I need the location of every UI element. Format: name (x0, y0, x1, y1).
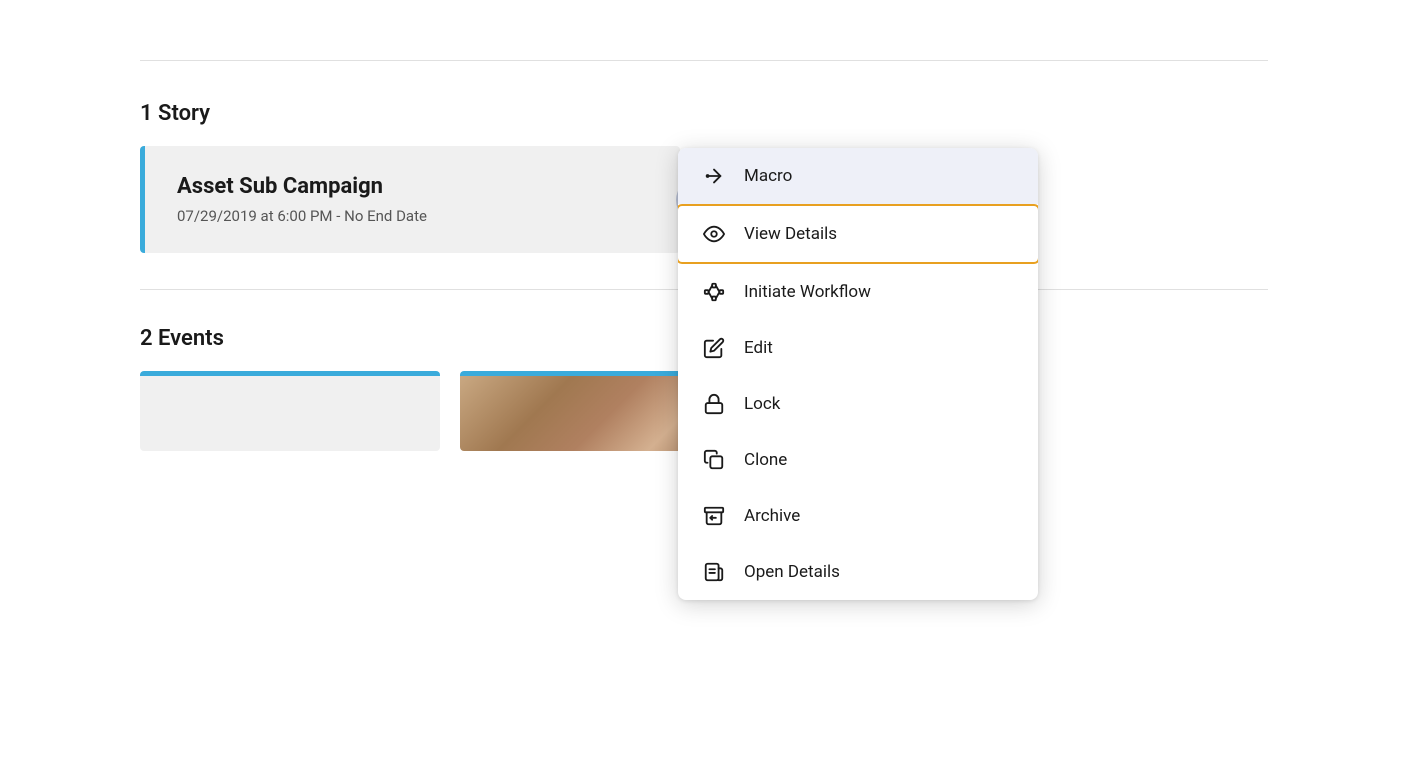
menu-item-macro[interactable]: Macro (678, 148, 1038, 204)
eye-icon (702, 222, 726, 246)
workflow-icon (702, 280, 726, 304)
open-details-icon (702, 560, 726, 584)
archive-icon (702, 504, 726, 528)
menu-item-lock-label: Lock (744, 394, 780, 414)
menu-item-view-details-label: View Details (744, 224, 837, 244)
clone-icon (702, 448, 726, 472)
edit-icon (702, 336, 726, 360)
menu-item-macro-label: Macro (744, 166, 792, 186)
menu-item-archive-label: Archive (744, 506, 800, 526)
section-1-header: 1 Story (140, 101, 1268, 126)
menu-item-initiate-workflow-label: Initiate Workflow (744, 282, 871, 302)
menu-item-view-details[interactable]: View Details (678, 204, 1038, 264)
story-card-subtitle: 07/29/2019 at 6:00 PM - No End Date (177, 207, 648, 225)
menu-item-edit-label: Edit (744, 338, 773, 358)
menu-item-lock[interactable]: Lock (678, 376, 1038, 432)
menu-item-initiate-workflow[interactable]: Initiate Workflow (678, 264, 1038, 320)
menu-item-open-details-label: Open Details (744, 562, 840, 582)
macro-icon (702, 164, 726, 188)
menu-item-clone[interactable]: Clone (678, 432, 1038, 488)
context-menu: Macro View Details (678, 148, 1038, 600)
menu-item-edit[interactable]: Edit (678, 320, 1038, 376)
menu-item-clone-label: Clone (744, 450, 787, 470)
event-thumb-1 (140, 371, 440, 451)
story-card: Asset Sub Campaign 07/29/2019 at 6:00 PM… (140, 146, 680, 253)
story-card-title: Asset Sub Campaign (177, 174, 648, 199)
menu-item-archive[interactable]: Archive (678, 488, 1038, 544)
lock-icon (702, 392, 726, 416)
top-divider (140, 60, 1268, 61)
menu-item-open-details[interactable]: Open Details (678, 544, 1038, 600)
